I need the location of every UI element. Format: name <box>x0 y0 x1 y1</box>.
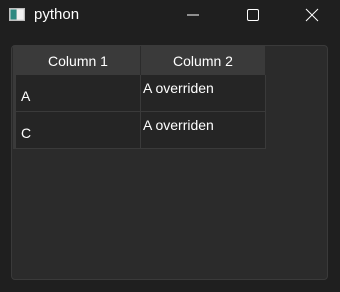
close-icon <box>305 8 319 22</box>
column-header-2[interactable]: Column 2 <box>141 46 266 75</box>
table-cell[interactable]: C <box>16 112 141 149</box>
title-bar: python <box>0 0 340 30</box>
maximize-button[interactable] <box>230 0 276 30</box>
maximize-icon <box>247 9 259 21</box>
minimize-button[interactable] <box>170 0 216 30</box>
table-cell[interactable]: A overriden <box>141 75 266 112</box>
close-button[interactable] <box>289 0 335 30</box>
table-cell[interactable]: A <box>16 75 141 112</box>
window-title: python <box>34 6 80 23</box>
table-cell[interactable]: A overriden <box>141 112 266 149</box>
column-header-1[interactable]: Column 1 <box>16 46 141 75</box>
app-icon <box>9 8 25 21</box>
minimize-icon <box>187 14 199 16</box>
